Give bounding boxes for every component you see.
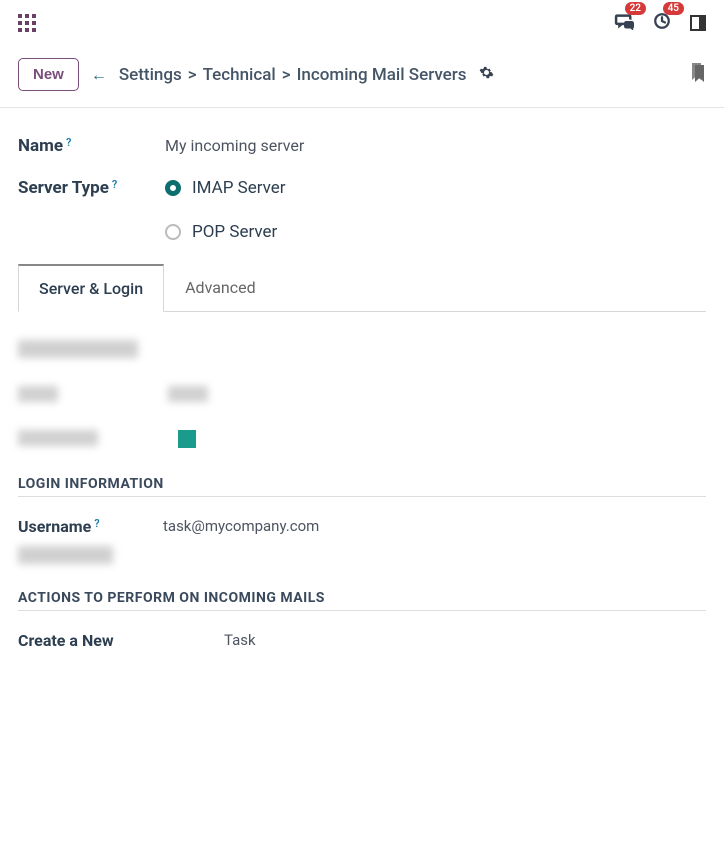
redacted-row	[18, 430, 706, 448]
radio-icon[interactable]	[165, 224, 181, 240]
activity-badge: 45	[663, 2, 684, 15]
messages-icon[interactable]: 22	[614, 12, 634, 34]
server-type-label: Server Type ?	[18, 178, 165, 198]
header-row: New ← Settings > Technical > Incoming Ma…	[0, 46, 724, 108]
help-icon[interactable]: ?	[112, 178, 117, 191]
tabs: Server & Login Advanced	[18, 264, 706, 312]
login-information-header: LOGIN INFORMATION	[18, 476, 706, 497]
username-row: Username ? task@mycompany.com	[18, 517, 706, 536]
radio-pop[interactable]: POP Server	[165, 222, 286, 242]
panel-toggle-icon[interactable]	[690, 15, 706, 31]
breadcrumb-separator: >	[282, 65, 291, 85]
breadcrumb-settings[interactable]: Settings	[119, 65, 182, 85]
breadcrumb-technical[interactable]: Technical	[203, 65, 276, 85]
bookmark-icon[interactable]	[690, 63, 706, 87]
gear-icon[interactable]	[479, 65, 494, 84]
tab-server-login[interactable]: Server & Login	[18, 264, 164, 312]
breadcrumb-separator: >	[188, 65, 197, 85]
help-icon[interactable]: ?	[94, 517, 99, 530]
help-icon[interactable]: ?	[66, 136, 71, 149]
create-new-label: Create a New	[18, 631, 218, 650]
actions-header: ACTIONS TO PERFORM ON INCOMING MAILS	[18, 590, 706, 611]
create-new-row: Create a New Task	[18, 631, 706, 650]
new-button[interactable]: New	[18, 58, 79, 91]
server-type-row: Server Type ? IMAP Server POP Server	[18, 178, 706, 242]
form-body: Name ? My incoming server Server Type ? …	[0, 108, 724, 688]
tab-advanced[interactable]: Advanced	[164, 264, 277, 311]
radio-imap[interactable]: IMAP Server	[165, 178, 286, 198]
name-row: Name ? My incoming server	[18, 136, 706, 156]
breadcrumb-incoming-mail-servers[interactable]: Incoming Mail Servers	[297, 65, 467, 85]
activity-icon[interactable]: 45	[652, 12, 672, 34]
header-left: New ← Settings > Technical > Incoming Ma…	[18, 58, 494, 91]
back-arrow-icon[interactable]: ←	[91, 65, 107, 85]
apps-grid-icon[interactable]	[18, 14, 36, 32]
top-bar: 22 45	[0, 0, 724, 46]
name-value[interactable]: My incoming server	[165, 136, 706, 155]
server-type-radio-group: IMAP Server POP Server	[165, 178, 286, 242]
redacted-row	[18, 340, 706, 358]
radio-icon[interactable]	[165, 180, 181, 196]
username-value[interactable]: task@mycompany.com	[163, 517, 706, 535]
create-new-value[interactable]: Task	[224, 631, 706, 649]
messages-badge: 22	[625, 2, 646, 15]
tab-content: LOGIN INFORMATION Username ? task@mycomp…	[18, 312, 706, 670]
topbar-right: 22 45	[614, 12, 706, 34]
redacted-row	[18, 386, 706, 402]
redacted-row	[18, 546, 113, 564]
username-label: Username ?	[18, 517, 148, 536]
name-label: Name ?	[18, 136, 165, 156]
breadcrumb: Settings > Technical > Incoming Mail Ser…	[119, 65, 467, 85]
